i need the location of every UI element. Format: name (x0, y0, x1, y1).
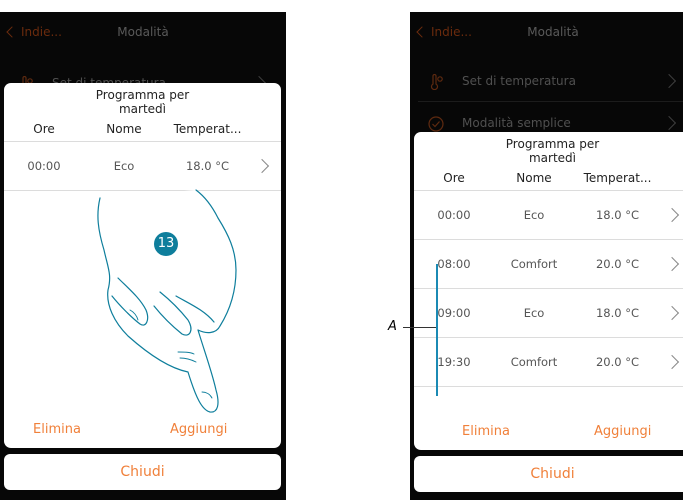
row-temperature: 20.0 °C (595, 257, 640, 271)
chevron-right-icon (664, 354, 680, 370)
program-row[interactable]: 09:00 Eco 18.0 °C (414, 289, 683, 338)
chevron-right-icon (661, 73, 677, 89)
program-dialog: Programma per martedì Ore Nome Temperat.… (414, 132, 683, 450)
annotation-bracket (436, 264, 438, 396)
row-time: 08:00 (437, 257, 471, 271)
row-name: Comfort (510, 257, 558, 271)
row-temperature: 20.0 °C (595, 355, 640, 369)
row-time: 19:30 (437, 355, 471, 369)
program-row[interactable]: 00:00 Eco 18.0 °C (414, 191, 683, 240)
column-header-temperature: Temperat... (583, 170, 652, 185)
dialog-title: Programma per martedì (414, 132, 683, 165)
check-circle-icon (428, 116, 444, 132)
annotation-label: A (388, 319, 397, 334)
page-title: Modalità (527, 25, 579, 39)
dialog-actions: Elimina Aggiungi (414, 418, 683, 448)
row-temperature: 18.0 °C (595, 208, 640, 222)
dialog-title-line1: Programma per (505, 137, 600, 151)
bg-item-label: Set di temperatura (462, 74, 576, 88)
right-phone-screen: Indie... Modalità Set di temperatura Mod… (410, 12, 683, 500)
chevron-right-icon (664, 256, 680, 272)
close-button[interactable]: Chiudi (414, 456, 683, 492)
chevron-right-icon (664, 207, 680, 223)
bg-item-label: Modalità semplice (462, 116, 571, 130)
row-name: Eco (523, 208, 545, 222)
close-button[interactable]: Chiudi (4, 454, 281, 490)
row-temperature: 18.0 °C (595, 306, 640, 320)
add-button[interactable]: Aggiungi (594, 424, 651, 439)
row-time: 09:00 (437, 306, 471, 320)
program-row[interactable]: 08:00 Comfort 20.0 °C (414, 240, 683, 289)
row-name: Eco (523, 306, 545, 320)
dialog-title-line2: martedì (528, 151, 576, 165)
column-header-time: Ore (443, 170, 465, 185)
delete-button[interactable]: Elimina (462, 424, 510, 439)
program-row[interactable]: 19:30 Comfort 20.0 °C (414, 338, 683, 387)
chevron-right-icon (661, 115, 677, 131)
row-name: Comfort (510, 355, 558, 369)
table-header: Ore Nome Temperat... (414, 165, 683, 191)
top-bar: Indie... Modalità (410, 12, 683, 57)
annotation-leader-line (403, 327, 436, 328)
bg-item-temperature-set[interactable]: Set di temperatura (418, 62, 683, 102)
row-time: 00:00 (437, 208, 471, 222)
column-header-name: Nome (516, 170, 552, 185)
pointing-hand-illustration (97, 189, 237, 413)
thermometer-icon (430, 74, 443, 90)
step-number-badge: 13 (154, 232, 178, 256)
chevron-right-icon (664, 305, 680, 321)
